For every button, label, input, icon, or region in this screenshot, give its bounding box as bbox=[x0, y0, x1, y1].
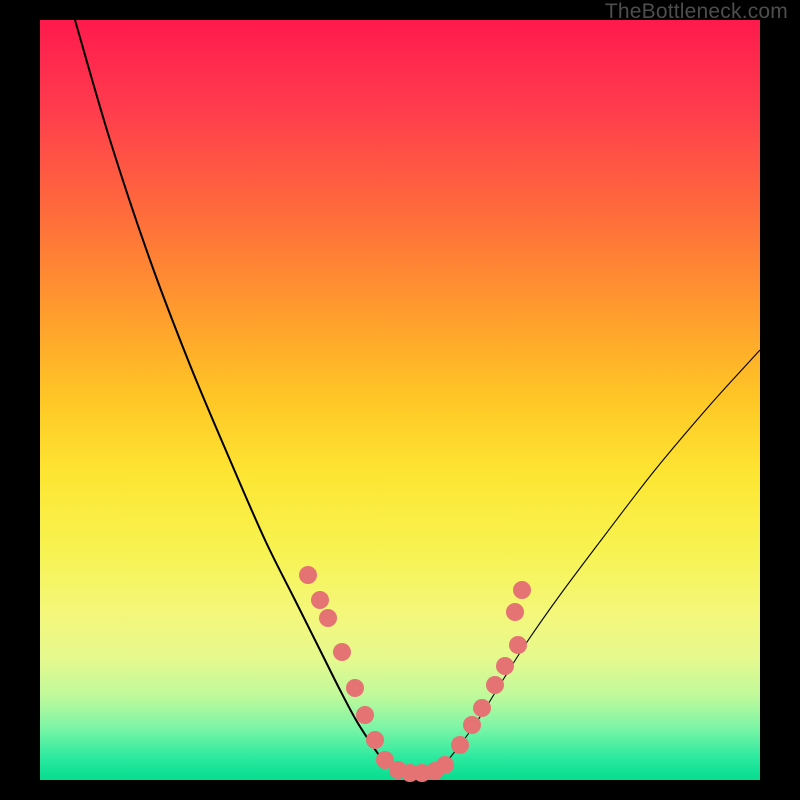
sample-dot bbox=[311, 591, 329, 609]
sample-dot bbox=[299, 566, 317, 584]
plot-area bbox=[40, 20, 760, 780]
chart-frame: TheBottleneck.com bbox=[0, 0, 800, 800]
watermark-text: TheBottleneck.com bbox=[605, 0, 788, 24]
sample-dot bbox=[506, 603, 524, 621]
sample-dot bbox=[451, 736, 469, 754]
sample-dot bbox=[366, 731, 384, 749]
sample-dot bbox=[356, 706, 374, 724]
right-curve bbox=[444, 350, 760, 765]
sample-dot bbox=[509, 636, 527, 654]
sample-dot bbox=[346, 679, 364, 697]
sample-dot bbox=[496, 657, 514, 675]
chart-svg bbox=[40, 20, 760, 780]
sample-dot bbox=[333, 643, 351, 661]
sample-dot bbox=[319, 609, 337, 627]
sample-dot bbox=[486, 676, 504, 694]
sample-dot bbox=[513, 581, 531, 599]
sample-dot bbox=[436, 756, 454, 774]
sample-dots-group bbox=[299, 566, 531, 782]
sample-dot bbox=[473, 699, 491, 717]
sample-dot bbox=[463, 716, 481, 734]
